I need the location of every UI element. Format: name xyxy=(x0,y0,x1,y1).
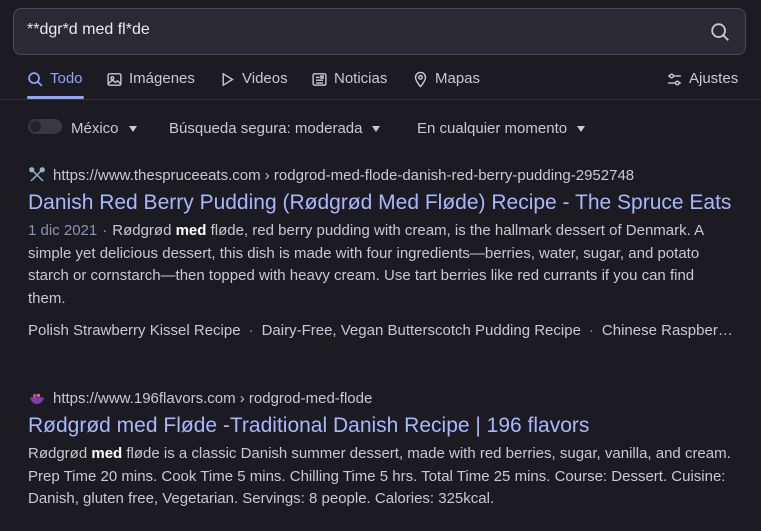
tab-label: Imágenes xyxy=(129,70,195,87)
search-result: https://www.thespruceeats.com › rodgrod-… xyxy=(28,166,734,340)
result-path: › rodgrod-med-flode xyxy=(235,389,373,407)
tab-mapas[interactable]: Mapas xyxy=(412,70,480,100)
search-result: https://www.196flavors.com › rodgrod-med… xyxy=(28,389,734,511)
result-url[interactable]: https://www.196flavors.com › rodgrod-med… xyxy=(28,389,734,407)
related-links: Polish Strawberry Kissel Recipe · Dairy-Fr… xyxy=(28,322,734,339)
time-label: En cualquier momento xyxy=(417,120,568,137)
tab-label: Todo xyxy=(50,70,83,87)
snippet-text: Rødgrød xyxy=(28,445,92,462)
region-dropdown[interactable]: México xyxy=(71,120,137,137)
result-title[interactable]: Rødgrød med Fløde -Traditional Danish Re… xyxy=(28,413,734,439)
region-label: México xyxy=(71,120,119,137)
chevron-down-icon xyxy=(372,125,381,132)
sliders-icon xyxy=(668,73,681,86)
play-icon xyxy=(222,72,234,87)
related-link[interactable]: Polish Strawberry Kissel Recipe xyxy=(28,322,241,339)
nav-tabs: Todo Imágenes Videos Noticias Mapas Ajus… xyxy=(0,60,761,100)
map-pin-icon xyxy=(414,71,427,88)
snippet-highlight: med xyxy=(91,445,123,462)
snippet-text: fløde is a classic Danish summer dessert… xyxy=(28,445,731,507)
result-url[interactable]: https://www.thespruceeats.com › rodgrod-… xyxy=(28,166,734,184)
utensils-icon xyxy=(29,167,45,182)
search-icon[interactable] xyxy=(709,21,731,43)
chevron-down-icon xyxy=(128,125,137,132)
bowl-icon xyxy=(30,393,44,404)
result-title[interactable]: Danish Red Berry Pudding (Rødgrød Med Fl… xyxy=(28,190,734,216)
search-input[interactable]: **dgr*d med fl*de xyxy=(27,21,150,39)
search-icon xyxy=(28,72,43,87)
tab-label: Videos xyxy=(242,70,288,87)
snippet-text: Rødgrød xyxy=(112,222,176,239)
snippet-highlight: med xyxy=(175,222,207,239)
chevron-down-icon xyxy=(577,125,586,132)
settings-label: Ajustes xyxy=(689,70,739,87)
image-icon xyxy=(107,73,122,86)
tab-imagenes[interactable]: Imágenes xyxy=(106,70,195,100)
related-link[interactable]: Dairy-Free, Vegan Butterscotch Pudding R… xyxy=(262,322,581,339)
search-box[interactable]: **dgr*d med fl*de xyxy=(13,8,746,55)
safe-search-dropdown[interactable]: Búsqueda segura: moderada xyxy=(169,120,381,137)
active-tab-indicator xyxy=(27,96,84,99)
result-date: 1 dic 2021 xyxy=(28,222,98,239)
result-domain: https://www.196flavors.com xyxy=(53,389,236,407)
region-toggle[interactable] xyxy=(28,119,62,134)
newspaper-icon xyxy=(312,73,327,86)
result-path: › rodgrod-med-flode-danish-red-berry-pud… xyxy=(260,166,635,184)
safe-search-label: Búsqueda segura: moderada xyxy=(169,120,363,137)
tab-label: Mapas xyxy=(435,70,481,87)
tab-videos[interactable]: Videos xyxy=(219,70,288,100)
result-snippet: 1 dic 2021 · Rødgrød med fløde, red berry … xyxy=(28,222,704,307)
result-domain: https://www.thespruceeats.com xyxy=(53,166,261,184)
related-link[interactable]: Chinese Raspberry Pudding xyxy=(602,322,734,339)
tab-noticias[interactable]: Noticias xyxy=(311,70,387,100)
time-dropdown[interactable]: En cualquier momento xyxy=(417,120,586,137)
settings-button[interactable]: Ajustes xyxy=(666,70,738,100)
tab-label: Noticias xyxy=(334,70,388,87)
filter-bar: México Búsqueda segura: moderada En cual… xyxy=(0,112,761,142)
result-snippet: Rødgrød med fløde is a classic Danish su… xyxy=(28,443,734,511)
